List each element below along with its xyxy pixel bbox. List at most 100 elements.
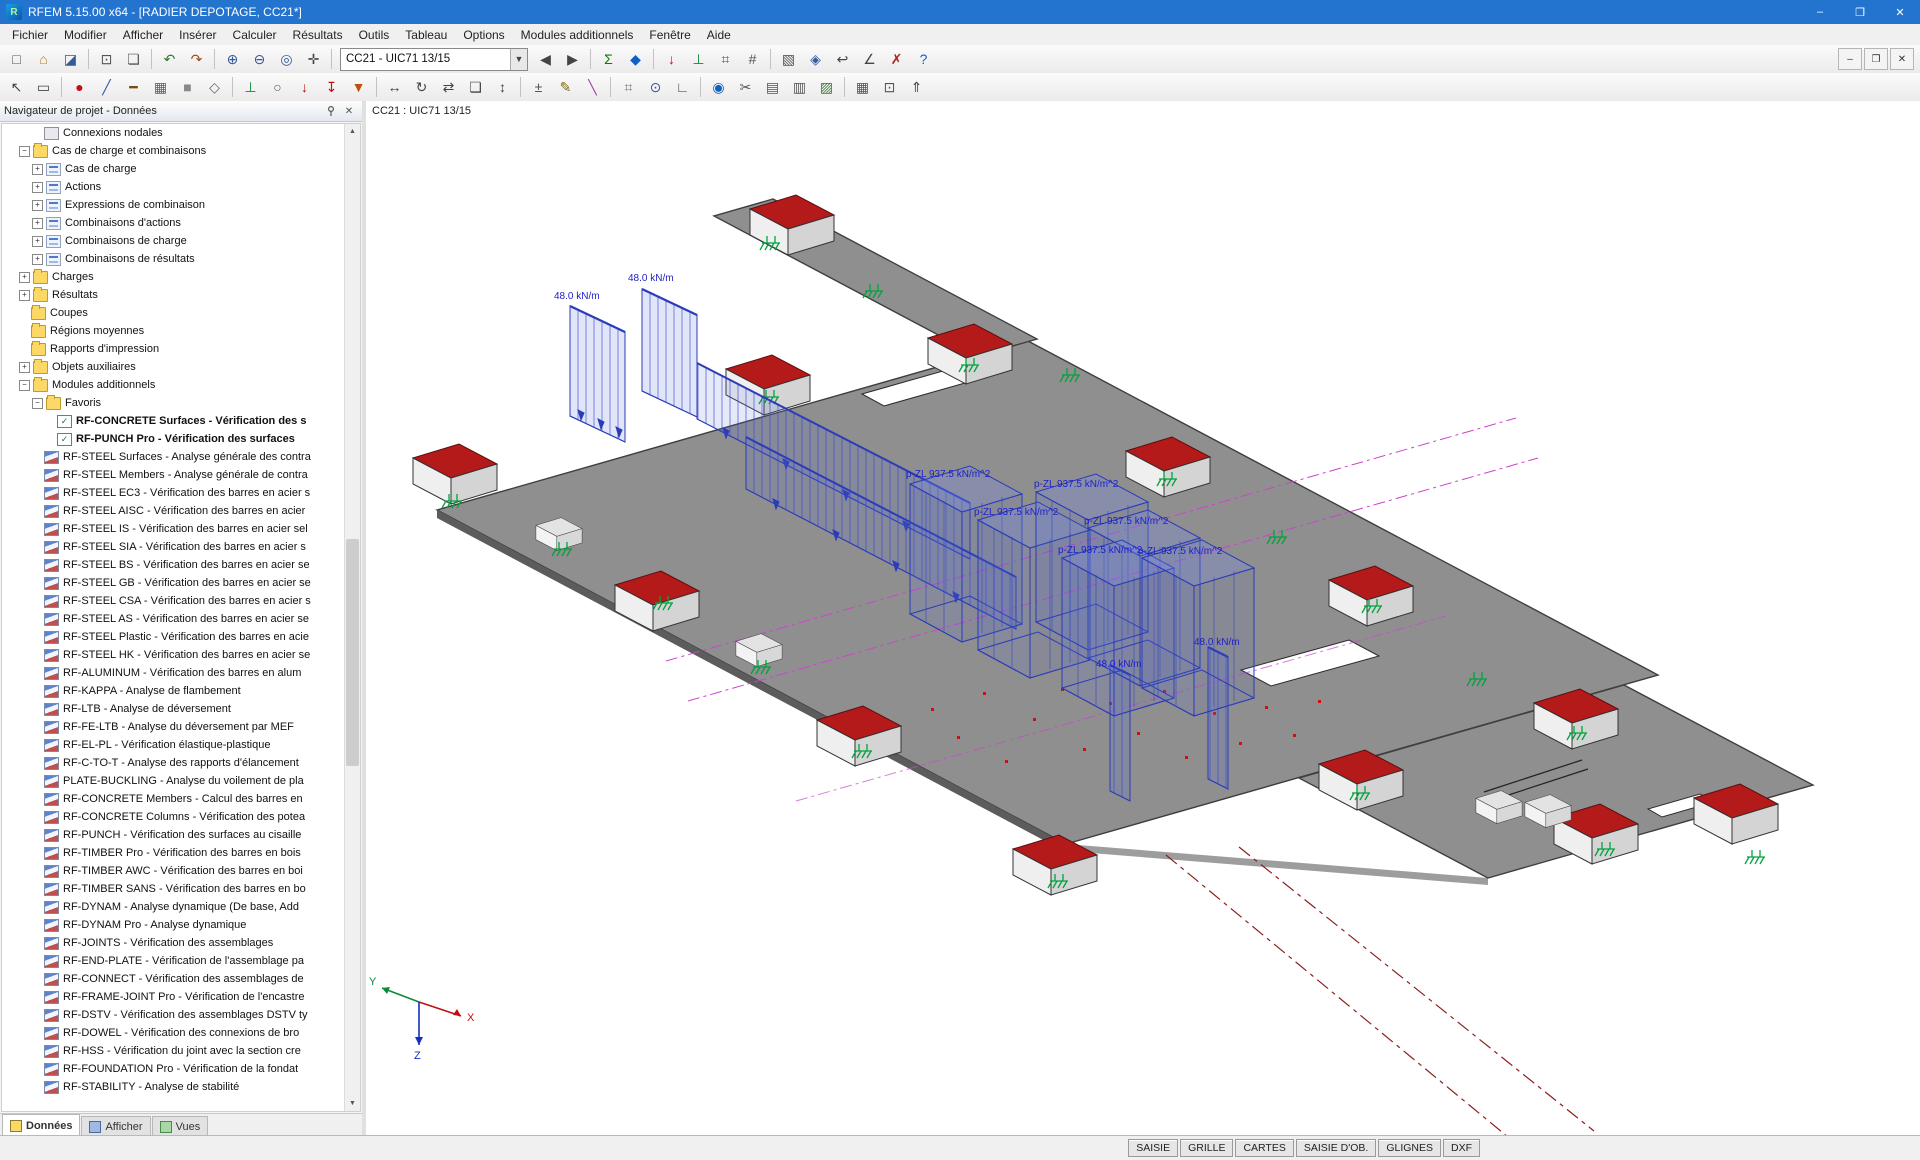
tree-item-combinaisons-de-r-sultats[interactable]: +Combinaisons de résultats xyxy=(2,250,345,268)
menu-ins-rer[interactable]: Insérer xyxy=(171,26,224,44)
new-surface-icon[interactable]: ▦ xyxy=(148,75,173,100)
tree-item-connexions-nodales[interactable]: Connexions nodales xyxy=(2,124,345,142)
new-support-icon[interactable]: ⊥ xyxy=(238,75,263,100)
maximize-button[interactable]: ❐ xyxy=(1840,0,1880,24)
tree-item-rf-timber-awc-v-rification-des-barre[interactable]: RF-TIMBER AWC - Vérification des barres … xyxy=(2,862,345,880)
tree-item-rapports-d-impression[interactable]: Rapports d'impression xyxy=(2,340,345,358)
tree-item-expressions-de-combinaison[interactable]: +Expressions de combinaison xyxy=(2,196,345,214)
move-icon[interactable]: ↔ xyxy=(382,75,407,100)
menu-modules-additionnels[interactable]: Modules additionnels xyxy=(513,26,642,44)
guideline-icon[interactable]: ╲ xyxy=(580,75,605,100)
model-scene[interactable]: X Y Z xyxy=(366,101,1920,1136)
expand-icon[interactable]: + xyxy=(32,164,43,175)
export-icon[interactable]: ⇑ xyxy=(904,75,929,100)
menu-aide[interactable]: Aide xyxy=(699,26,739,44)
new-node-icon[interactable]: ● xyxy=(67,75,92,100)
surface-load-icon[interactable]: ▼ xyxy=(346,75,371,100)
select-window-icon[interactable]: ▭ xyxy=(31,75,56,100)
tree-item-rf-concrete-members-calcul-des-barre[interactable]: RF-CONCRETE Members - Calcul des barres … xyxy=(2,790,345,808)
select-icon[interactable]: ↖ xyxy=(4,75,29,100)
tree-item-rf-c-to-t-analyse-des-rapports-d-lan[interactable]: RF-C-TO-T - Analyse des rapports d'élanc… xyxy=(2,754,345,772)
tree-item-rf-concrete-surfaces-v-rification-de[interactable]: ✓RF-CONCRETE Surfaces - Vérification des… xyxy=(2,412,345,430)
dimension-icon[interactable]: ± xyxy=(526,75,551,100)
tree-item-rf-steel-members-analyse-g-n-rale-de[interactable]: RF-STEEL Members - Analyse générale de c… xyxy=(2,466,345,484)
support-icon[interactable] xyxy=(1745,850,1765,864)
tree-item-rf-steel-surfaces-analyse-g-n-rale-d[interactable]: RF-STEEL Surfaces - Analyse générale des… xyxy=(2,448,345,466)
grid-icon[interactable]: ⌗ xyxy=(616,75,641,100)
tree-item-r-sultats[interactable]: +Résultats xyxy=(2,286,345,304)
tree-item-plate-buckling-analyse-du-voilement-[interactable]: PLATE-BUCKLING - Analyse du voilement de… xyxy=(2,772,345,790)
tree-item-rf-el-pl-v-rification-lastique-plast[interactable]: RF-EL-PL - Vérification élastique-plasti… xyxy=(2,736,345,754)
scale-icon[interactable]: ↕ xyxy=(490,75,515,100)
tree-scrollbar[interactable]: ▲ ▼ xyxy=(344,124,360,1111)
mdi-restore-button[interactable]: ❐ xyxy=(1864,48,1888,70)
new-opening-icon[interactable]: ◇ xyxy=(202,75,227,100)
tree-item-actions[interactable]: +Actions xyxy=(2,178,345,196)
tree-item-charges[interactable]: +Charges xyxy=(2,268,345,286)
open-model-icon[interactable]: ⌂ xyxy=(31,47,56,72)
print-icon[interactable]: ⊡ xyxy=(94,47,119,72)
tree-item-rf-concrete-columns-v-rification-des[interactable]: RF-CONCRETE Columns - Vérification des p… xyxy=(2,808,345,826)
pin-icon[interactable] xyxy=(322,103,340,120)
new-solid-icon[interactable]: ■ xyxy=(175,75,200,100)
tables-icon[interactable]: ▦ xyxy=(850,75,875,100)
tree-item-modules-additionnels[interactable]: −Modules additionnels xyxy=(2,376,345,394)
collapse-icon[interactable]: − xyxy=(32,398,43,409)
rotate-icon[interactable]: ↻ xyxy=(409,75,434,100)
tree-item-combinaisons-de-charge[interactable]: +Combinaisons de charge xyxy=(2,232,345,250)
snap-icon[interactable]: ⊙ xyxy=(643,75,668,100)
tree-item-rf-aluminum-v-rification-des-barres-[interactable]: RF-ALUMINUM - Vérification des barres en… xyxy=(2,664,345,682)
tree-item-cas-de-charge[interactable]: +Cas de charge xyxy=(2,160,345,178)
expand-icon[interactable]: + xyxy=(19,290,30,301)
menu-r-sultats[interactable]: Résultats xyxy=(285,26,351,44)
tree-item-rf-steel-is-v-rification-des-barres-[interactable]: RF-STEEL IS - Vérification des barres en… xyxy=(2,520,345,538)
numbering-icon[interactable]: # xyxy=(740,47,765,72)
printout-report-icon[interactable]: ⊡ xyxy=(877,75,902,100)
comment-icon[interactable]: ✎ xyxy=(553,75,578,100)
tree-item-rf-timber-pro-v-rification-des-barre[interactable]: RF-TIMBER Pro - Vérification des barres … xyxy=(2,844,345,862)
status-toggle-glignes[interactable]: GLIGNES xyxy=(1378,1139,1441,1157)
tree-item-rf-punch-v-rification-des-surfaces-a[interactable]: RF-PUNCH - Vérification des surfaces au … xyxy=(2,826,345,844)
close-button[interactable]: ✕ xyxy=(1880,0,1920,24)
tree-item-rf-dstv-v-rification-des-assemblages[interactable]: RF-DSTV - Vérification des assemblages D… xyxy=(2,1006,345,1024)
status-toggle-dxf[interactable]: DXF xyxy=(1443,1139,1480,1157)
tree-item-r-gions-moyennes[interactable]: Régions moyennes xyxy=(2,322,345,340)
expand-icon[interactable]: + xyxy=(19,272,30,283)
show-loads-icon[interactable]: ↓ xyxy=(659,47,684,72)
scroll-up-icon[interactable]: ▲ xyxy=(345,124,360,139)
expand-icon[interactable]: + xyxy=(32,236,43,247)
expand-icon[interactable]: + xyxy=(32,254,43,265)
tree-item-rf-joints-v-rification-des-assemblag[interactable]: RF-JOINTS - Vérification des assemblages xyxy=(2,934,345,952)
close-panel-icon[interactable]: ✕ xyxy=(340,103,358,120)
display-properties-icon[interactable]: ▤ xyxy=(760,75,785,100)
load-case-combo[interactable]: CC21 - UIC71 13/15▼ xyxy=(340,48,528,71)
save-icon[interactable]: ◪ xyxy=(58,47,83,72)
tree-item-rf-foundation-pro-v-rification-de-la[interactable]: RF-FOUNDATION Pro - Vérification de la f… xyxy=(2,1060,345,1078)
menu-options[interactable]: Options xyxy=(455,26,512,44)
tree-item-rf-steel-sia-v-rification-des-barres[interactable]: RF-STEEL SIA - Vérification des barres e… xyxy=(2,538,345,556)
mdi-close-button[interactable]: ✕ xyxy=(1890,48,1914,70)
measure-icon[interactable]: ∠ xyxy=(857,47,882,72)
new-member-icon[interactable]: ━ xyxy=(121,75,146,100)
new-line-icon[interactable]: ╱ xyxy=(94,75,119,100)
delete-icon[interactable]: ✗ xyxy=(884,47,909,72)
tree-item-rf-end-plate-v-rification-de-l-assem[interactable]: RF-END-PLATE - Vérification de l'assembl… xyxy=(2,952,345,970)
redo-icon[interactable]: ↷ xyxy=(184,47,209,72)
menu-calculer[interactable]: Calculer xyxy=(225,26,285,44)
tree-item-rf-dowel-v-rification-des-connexions[interactable]: RF-DOWEL - Vérification des connexions d… xyxy=(2,1024,345,1042)
fe-mesh-icon[interactable]: ⌗ xyxy=(713,47,738,72)
zoom-out-icon[interactable]: ⊖ xyxy=(247,47,272,72)
show-supports-icon[interactable]: ⊥ xyxy=(686,47,711,72)
visibility-icon[interactable]: ◉ xyxy=(706,75,731,100)
status-toggle-cartes[interactable]: CARTES xyxy=(1235,1139,1293,1157)
load-box[interactable] xyxy=(1142,540,1254,716)
tree-item-favoris[interactable]: −Favoris xyxy=(2,394,345,412)
scroll-down-icon[interactable]: ▼ xyxy=(345,1096,360,1111)
tree-item-rf-connect-v-rification-des-assembla[interactable]: RF-CONNECT - Vérification des assemblage… xyxy=(2,970,345,988)
tree-item-rf-steel-csa-v-rification-des-barres[interactable]: RF-STEEL CSA - Vérification des barres e… xyxy=(2,592,345,610)
tree-item-rf-steel-ec3-v-rification-des-barres[interactable]: RF-STEEL EC3 - Vérification des barres e… xyxy=(2,484,345,502)
collapse-icon[interactable]: − xyxy=(19,146,30,157)
tree-item-objets-auxiliaires[interactable]: +Objets auxiliaires xyxy=(2,358,345,376)
collapse-icon[interactable]: − xyxy=(19,380,30,391)
menu-outils[interactable]: Outils xyxy=(351,26,398,44)
